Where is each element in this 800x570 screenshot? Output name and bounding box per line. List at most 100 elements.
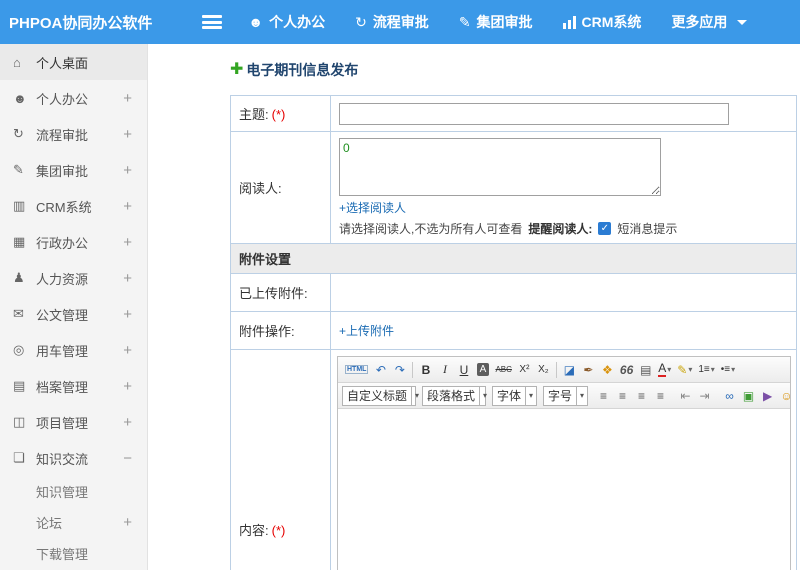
font-family-select[interactable]: 字体 ▾ [492, 385, 538, 406]
sidebar-item-personal-desktop[interactable]: ⌂ 个人桌面 [0, 44, 147, 80]
hamburger-menu-icon[interactable] [202, 15, 223, 29]
expand-plus-icon[interactable]: + [123, 306, 147, 323]
subject-input[interactable] [339, 102, 729, 125]
indent-decrease-icon-glyph: ⇤ [680, 388, 691, 403]
subscript-icon[interactable]: X₂ [535, 360, 552, 380]
format-painter-icon[interactable]: ✒ [580, 360, 597, 380]
readers-hint-text: 请选择阅读人,不选为所有人可查看 [339, 222, 523, 236]
attachment-actions-label: 附件操作: [230, 311, 331, 350]
readers-textarea[interactable]: 0 [339, 138, 661, 196]
font-box-icon[interactable]: A [474, 360, 491, 380]
clean-icon[interactable]: ❖ [599, 360, 616, 380]
indent-decrease-icon[interactable]: ⇤ [677, 386, 694, 406]
emoji-icon[interactable]: ☺ [778, 386, 795, 406]
image-icon[interactable]: ▣ [740, 386, 757, 406]
sync-icon: ↻ [355, 13, 367, 30]
dropdown-label: 字号 [548, 389, 573, 403]
strikethrough-icon[interactable]: ABC [493, 360, 513, 380]
sidebar-item-hr[interactable]: ♟ 人力资源 + [0, 260, 147, 296]
align-left-icon[interactable]: ≡ [595, 386, 612, 406]
expand-plus-icon[interactable]: + [123, 126, 147, 143]
select-readers-link[interactable]: +选择阅读人 [339, 201, 406, 215]
sidebar-item-crm-system[interactable]: ▥ CRM系统 + [0, 188, 147, 224]
bold-icon[interactable]: B [417, 360, 434, 380]
expand-plus-icon[interactable]: + [123, 342, 147, 359]
nav-workflow-approval[interactable]: ↻ 流程审批 [355, 12, 429, 32]
sidebar-item-label: 论坛 [36, 516, 63, 531]
sidebar-item-download-mgmt[interactable]: ▪下载管理 [0, 538, 147, 569]
nav-group-approval[interactable]: ✎ 集团审批 [459, 12, 533, 32]
expand-plus-icon[interactable]: + [123, 90, 147, 107]
editor-content-area[interactable] [338, 409, 790, 570]
redo-icon[interactable]: ↷ [391, 360, 408, 380]
bg-color-icon[interactable]: ✎ ▾ [675, 360, 694, 380]
custom-heading-select[interactable]: 自定义标题 ▾ [342, 385, 419, 406]
content-label: 内容: [239, 523, 269, 538]
uploaded-attachments-label: 已上传附件: [230, 273, 331, 312]
sidebar-item-label: 知识管理 [36, 485, 89, 500]
sidebar-item-label: 知识交流 [36, 451, 89, 467]
font-size-select[interactable]: 字号 ▾ [543, 385, 589, 406]
expand-plus-icon[interactable]: + [123, 378, 147, 395]
sidebar-item-forum[interactable]: ▪论坛+ [0, 507, 147, 538]
sidebar-item-knowledge-mgmt[interactable]: ▪知识管理 [0, 476, 147, 507]
html-source-icon[interactable]: HTML [343, 360, 370, 380]
italic-icon[interactable]: I [436, 360, 453, 380]
toolbar-separator [412, 361, 414, 378]
eraser-icon[interactable]: ◪ [561, 360, 578, 380]
sidebar-item-personal-office[interactable]: ☻ 个人办公 + [0, 80, 147, 116]
readers-label: 阅读人: [239, 181, 282, 196]
align-justify-icon[interactable]: ≡ [652, 386, 669, 406]
undo-icon[interactable]: ↶ [372, 360, 389, 380]
underline-icon[interactable]: U [455, 360, 472, 380]
sms-notify-checkbox[interactable]: ✓ [598, 222, 612, 235]
sidebar-item-archive-mgmt[interactable]: ▤ 档案管理 + [0, 368, 147, 404]
sidebar-item-admin-office[interactable]: ▦ 行政办公 + [0, 224, 147, 260]
link-icon[interactable]: ∞ [721, 386, 738, 406]
align-right-icon-glyph: ≡ [638, 388, 646, 403]
person-icon: ☻ [248, 14, 264, 30]
nav-personal-office[interactable]: ☻ 个人办公 [248, 12, 325, 32]
expand-plus-icon[interactable]: + [123, 162, 147, 179]
sidebar-item-vehicle-mgmt[interactable]: ◎ 用车管理 + [0, 332, 147, 368]
sidebar-item-project-mgmt[interactable]: ◫ 项目管理 + [0, 404, 147, 440]
collapse-minus-icon[interactable]: − [123, 450, 147, 467]
sidebar-item-label: 档案管理 [36, 379, 89, 395]
eraser-icon-glyph: ◪ [563, 362, 576, 377]
archive-icon: ▤ [13, 378, 26, 393]
blockquote-icon[interactable]: 66 [618, 360, 635, 380]
chart-icon [562, 15, 576, 29]
bold-icon-glyph: B [421, 362, 431, 377]
sidebar-item-label: 集团审批 [36, 163, 89, 179]
main-content: ✚ 电子期刊信息发布 主题: (*) 阅读人: 0 +选择阅读人 请选择阅读人,… [148, 44, 800, 570]
unordered-list-icon[interactable]: •≡ ▾ [719, 360, 737, 380]
upload-attachment-link[interactable]: +上传附件 [339, 324, 394, 338]
uploaded-attachments-row: 已上传附件: [230, 273, 797, 312]
sidebar-item-workflow-approval[interactable]: ↻ 流程审批 + [0, 116, 147, 152]
book-icon[interactable]: ▤ [637, 360, 654, 380]
media-icon[interactable]: ▶ [759, 386, 776, 406]
sidebar-item-knowledge-exchange[interactable]: ❏ 知识交流 − [0, 440, 147, 476]
expand-plus-icon[interactable]: + [123, 234, 147, 251]
nav-more-apps[interactable]: 更多应用 [671, 12, 748, 32]
nav-crm-system[interactable]: CRM系统 [562, 12, 641, 32]
remind-readers-label: 提醒阅读人: [528, 222, 593, 236]
paragraph-format-select[interactable]: 段落格式 ▾ [422, 385, 487, 406]
unordered-list-icon-glyph: •≡ [720, 364, 731, 375]
font-color-icon[interactable]: A ▾ [656, 360, 673, 380]
expand-plus-icon[interactable]: + [123, 270, 147, 287]
expand-plus-icon[interactable]: + [123, 514, 147, 531]
indent-increase-icon[interactable]: ⇥ [696, 386, 713, 406]
uploaded-attachments-value [330, 273, 797, 312]
superscript-icon[interactable]: X² [516, 360, 533, 380]
font-box-icon-glyph: A [476, 363, 490, 376]
expand-plus-icon[interactable]: + [123, 198, 147, 215]
readers-value-cell: 0 +选择阅读人 请选择阅读人,不选为所有人可查看 提醒阅读人: ✓ 短消息提示 [330, 131, 797, 244]
align-center-icon[interactable]: ≡ [614, 386, 631, 406]
align-right-icon[interactable]: ≡ [633, 386, 650, 406]
undo-icon-glyph: ↶ [375, 362, 386, 377]
sidebar-item-document-mgmt[interactable]: ✉ 公文管理 + [0, 296, 147, 332]
ordered-list-icon[interactable]: 1≡ ▾ [696, 360, 716, 380]
sidebar-item-group-approval[interactable]: ✎ 集团审批 + [0, 152, 147, 188]
expand-plus-icon[interactable]: + [123, 414, 147, 431]
